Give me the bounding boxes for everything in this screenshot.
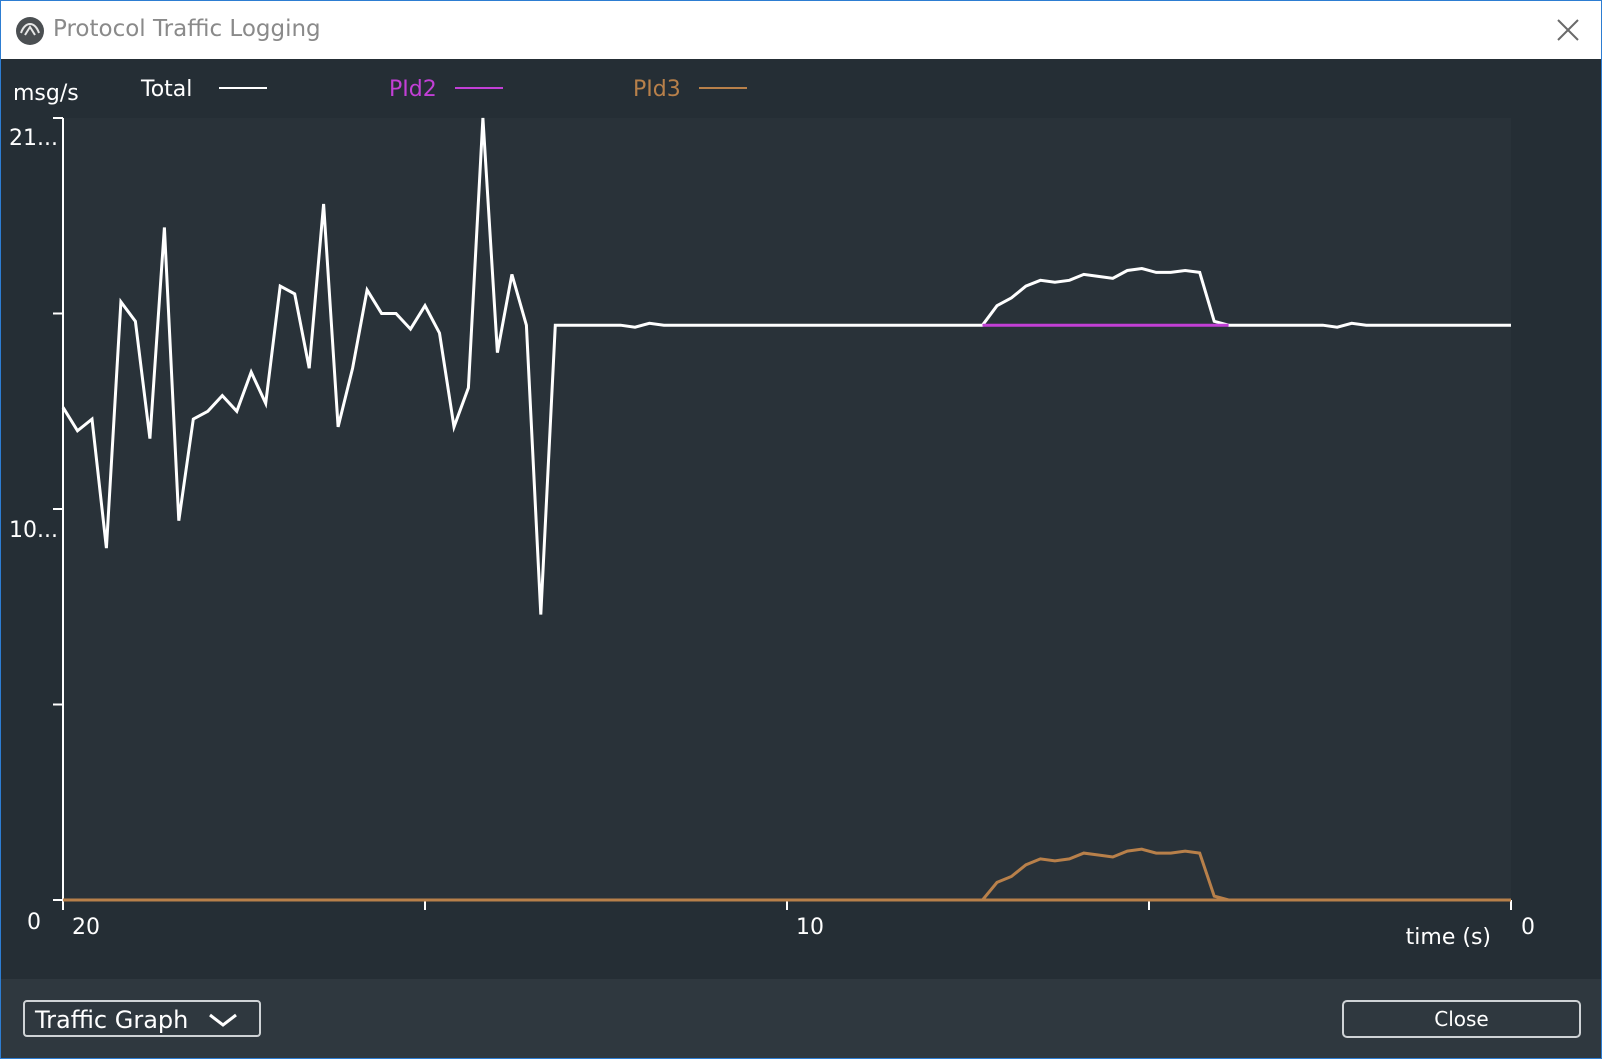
legend-label-total: Total [140,77,192,102]
close-button[interactable]: Close [1342,1000,1581,1038]
traffic-chart: msg/s 21... 10... 0 20 10 0 time (s) Total PId2 PI… [9,77,1535,950]
legend-label-pid2: PId2 [389,77,437,102]
legend-label-pid3: PId3 [633,77,681,102]
y-axis-label: msg/s [13,81,79,106]
traffic-graph-panel: msg/s 21... 10... 0 20 10 0 time (s) Total PId2 PI… [1,59,1601,979]
x-tick-label: 10 [796,915,824,940]
footer-bar: Traffic Graph Close [1,979,1601,1058]
view-mode-select[interactable]: Traffic Graph [23,1000,261,1037]
traffic-logging-window: Protocol Traffic Logging msg/s 21... 10...… [0,0,1602,1059]
plot-background [63,118,1511,900]
x-tick-label: 20 [72,915,100,940]
x-axis-label: time (s) [1406,925,1491,950]
title-bar: Protocol Traffic Logging [1,1,1601,59]
close-window-icon[interactable] [1554,16,1582,44]
window-title: Protocol Traffic Logging [53,16,321,42]
y-tick-label: 21... [9,126,58,151]
y-tick-label: 0 [27,910,41,935]
y-tick-label: 10... [9,518,58,543]
chevron-down-icon [209,1013,237,1027]
view-mode-value: Traffic Graph [35,1006,189,1034]
x-tick-label: 0 [1521,915,1535,940]
app-logo-icon [16,17,44,45]
